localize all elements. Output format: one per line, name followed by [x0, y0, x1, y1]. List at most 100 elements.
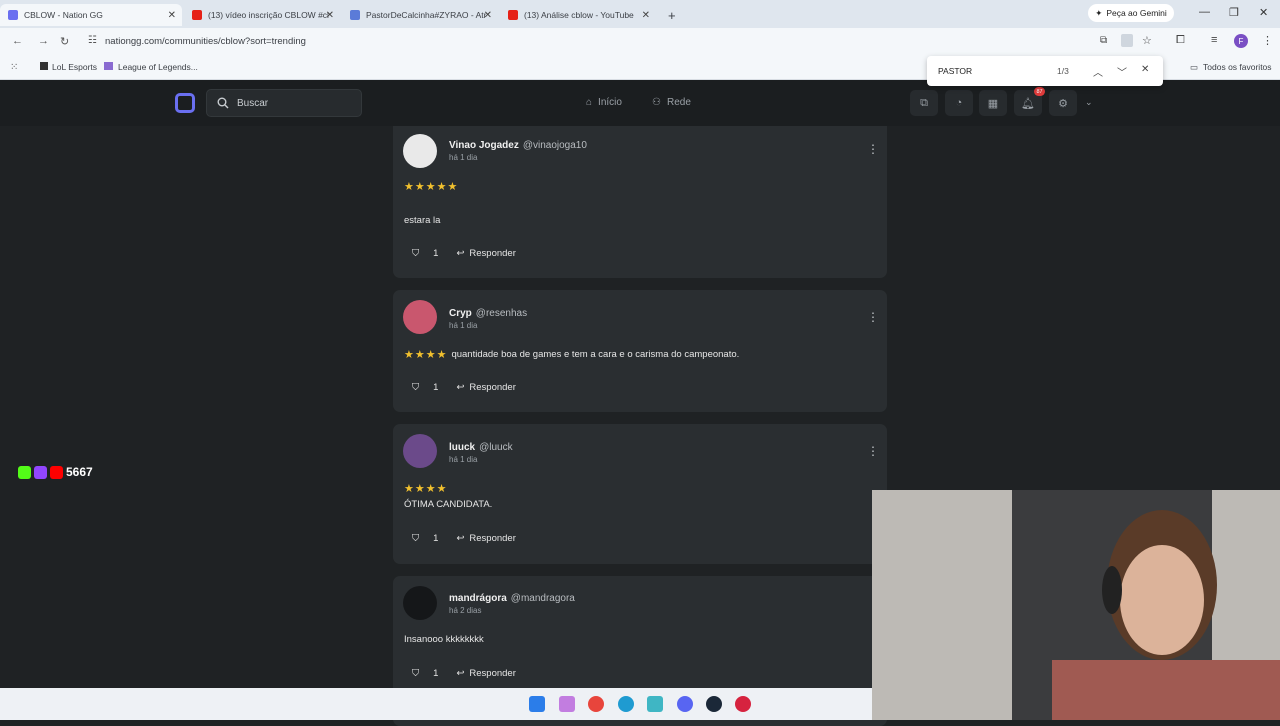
install-icon[interactable]: ⧉	[1100, 35, 1107, 46]
comment-card: luuck @luuck há 1 dia ⋮ ★★★★ ÓTIMA CANDID…	[393, 424, 887, 564]
comment-text: quantidade boa de games e tem a cara e o…	[451, 349, 740, 360]
reply-icon: ↩	[456, 533, 465, 544]
reply-icon: ↩	[456, 248, 465, 259]
close-tab-icon[interactable]: ✕	[642, 10, 650, 21]
find-count: 1/3	[1057, 66, 1069, 76]
youtube-icon	[50, 465, 63, 479]
like-icon[interactable]: ⛉	[412, 533, 419, 544]
comment-text: estara la	[404, 215, 441, 226]
close-window-icon[interactable]: ✕	[1259, 6, 1268, 19]
gear-icon: ⚙	[1058, 97, 1068, 110]
reply-button[interactable]: ↩ Responder	[456, 668, 515, 679]
notification-badge: 87	[1034, 87, 1045, 96]
steam-icon[interactable]	[706, 696, 722, 712]
menu-icon[interactable]: ⋮	[1262, 34, 1273, 47]
tab-cblow[interactable]: CBLOW - Nation GG ✕	[0, 4, 182, 26]
tab-pastor[interactable]: PastorDeCalcinha#ZYRAO - Atr ✕	[342, 4, 498, 26]
chrome-icon[interactable]	[588, 696, 604, 712]
more-options-icon[interactable]: ⋮	[867, 310, 879, 324]
nav-network[interactable]: ⚇ Rede	[652, 97, 691, 108]
find-next-icon[interactable]: ﹀	[1117, 64, 1127, 79]
page-icon	[350, 10, 360, 20]
apps-icon[interactable]: ⁙	[10, 62, 18, 73]
post-time: há 1 dia	[449, 455, 478, 464]
users-icon: ⚇	[652, 97, 661, 108]
avatar[interactable]	[403, 434, 437, 468]
settings-button[interactable]: ⚙	[1049, 90, 1077, 116]
reply-button[interactable]: ↩ Responder	[456, 533, 515, 544]
riot-client-icon[interactable]	[735, 696, 751, 712]
post-time: há 1 dia	[449, 153, 478, 162]
comment-actions: ⛉ 1 ↩ Responder	[412, 668, 516, 679]
find-close-icon[interactable]: ✕	[1141, 64, 1149, 75]
user-name[interactable]: luuck @luuck	[449, 442, 513, 453]
twitch-icon	[34, 465, 47, 479]
reply-icon: ↩	[456, 668, 465, 679]
close-tab-icon[interactable]: ✕	[326, 10, 334, 21]
user-name[interactable]: Cryp @resenhas	[449, 308, 527, 319]
edge-icon[interactable]	[618, 696, 634, 712]
create-post-button[interactable]: ⧉	[910, 90, 938, 116]
reader-icon[interactable]	[1121, 34, 1133, 47]
close-tab-icon[interactable]: ✕	[168, 10, 176, 21]
avatar[interactable]	[403, 134, 437, 168]
tab-analise[interactable]: (13) Análise cblow - YouTube ✕	[500, 4, 656, 26]
star-bookmark-icon[interactable]: ☆	[1142, 34, 1152, 47]
comment-card: Vinao Jogadez @vinaojoga10 há 1 dia ⋮ ★★★…	[393, 126, 887, 278]
youtube-icon	[508, 10, 518, 20]
windows-start-icon[interactable]	[529, 696, 545, 712]
close-tab-icon[interactable]: ✕	[484, 10, 492, 21]
gauge-button[interactable]: ◔	[945, 90, 973, 116]
avatar[interactable]	[403, 300, 437, 334]
back-icon[interactable]: ←	[12, 35, 23, 47]
kick-icon	[18, 465, 31, 479]
maximize-icon[interactable]: ❐	[1229, 6, 1239, 19]
search-box[interactable]: Buscar	[206, 89, 362, 117]
like-count: 1	[433, 382, 439, 393]
minimize-icon[interactable]: —	[1199, 6, 1210, 18]
like-icon[interactable]: ⛉	[412, 382, 419, 393]
find-bar: PASTOR 1/3 ︿ ﹀ ✕	[927, 56, 1163, 86]
webcam-feed	[872, 490, 1280, 720]
comment-card: Cryp @resenhas há 1 dia ⋮ ★★★★ quantidade…	[393, 290, 887, 412]
all-favorites[interactable]: ▭ Todos os favoritos	[1190, 62, 1272, 73]
new-tab-button[interactable]: +	[660, 4, 680, 26]
user-name[interactable]: mandrágora @mandragora	[449, 593, 575, 604]
lol-icon	[40, 62, 48, 70]
chevron-down-icon[interactable]: ⌄	[1085, 97, 1093, 108]
find-prev-icon[interactable]: ︿	[1093, 64, 1103, 79]
tab-video-inscricao[interactable]: (13) vídeo inscrição CBLOW #cl ✕	[184, 4, 340, 26]
more-options-icon[interactable]: ⋮	[867, 444, 879, 458]
bookmark-lol-esports[interactable]: LoL Esports	[40, 62, 97, 72]
post-icon: ⧉	[920, 96, 928, 109]
avatar[interactable]	[403, 586, 437, 620]
reply-button[interactable]: ↩ Responder	[456, 248, 515, 259]
lol-icon	[104, 62, 113, 70]
nation-gg-logo[interactable]	[175, 93, 195, 113]
reply-button[interactable]: ↩ Responder	[456, 382, 515, 393]
like-icon[interactable]: ⛉	[412, 248, 419, 259]
discord-icon[interactable]	[677, 696, 693, 712]
reload-icon[interactable]: ↻	[60, 35, 69, 48]
user-name[interactable]: Vinao Jogadez @vinaojoga10	[449, 140, 587, 151]
calendar-button[interactable]: ▦	[979, 90, 1007, 116]
home-icon: ⌂	[586, 97, 593, 108]
extensions-icon[interactable]: ⧠	[1176, 34, 1185, 47]
site-info-icon[interactable]: ☷	[88, 35, 97, 46]
find-input[interactable]: PASTOR	[938, 66, 972, 76]
more-options-icon[interactable]: ⋮	[867, 142, 879, 156]
like-count: 1	[433, 668, 439, 679]
copilot-icon[interactable]	[559, 696, 575, 712]
bookmark-league-of-legends[interactable]: League of Legends...	[104, 62, 198, 72]
url-field[interactable]: nationgg.com/communities/cblow?sort=tren…	[105, 36, 306, 47]
gemini-button[interactable]: ✦ Peça ao Gemini	[1088, 4, 1174, 22]
forward-icon[interactable]: →	[38, 35, 49, 47]
comment-text: ÓTIMA CANDIDATA.	[404, 499, 493, 510]
gauge-icon: ◔	[955, 97, 963, 109]
nav-home[interactable]: ⌂ Início	[586, 97, 622, 108]
reading-list-icon[interactable]: ≡	[1211, 34, 1217, 46]
profile-avatar[interactable]: F	[1234, 34, 1248, 48]
like-icon[interactable]: ⛉	[412, 668, 419, 679]
tab-bar: CBLOW - Nation GG ✕ (13) vídeo inscrição…	[0, 0, 1280, 28]
app-icon[interactable]	[647, 696, 663, 712]
